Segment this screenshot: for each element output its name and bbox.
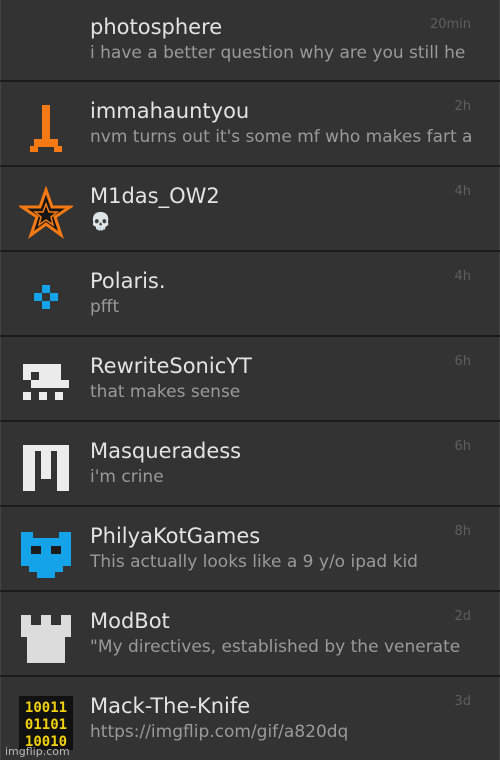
conversation-time: 3d <box>454 694 471 709</box>
blue-diamond-icon <box>19 271 73 325</box>
conversation-time: 8h <box>454 524 471 539</box>
conversation-time: 2d <box>454 609 471 624</box>
conversation-name: immahauntyou <box>90 99 250 123</box>
conversation-name: Mack-The-Knife <box>90 694 251 718</box>
conversation-name: Masqueradess <box>90 439 242 463</box>
conversation-name: M1das_OW2 <box>90 184 220 208</box>
white-pixel-mask-icon <box>19 441 73 495</box>
conversation-row-masqueradess[interactable]: Masqueradess i'm crine 6h <box>0 422 500 505</box>
conversation-preview: i'm crine <box>90 467 164 487</box>
conversation-preview: https://imgflip.com/gif/a820dq <box>90 722 349 742</box>
conversation-row-philyakotgames[interactable]: PhilyaKotGames This actually looks like … <box>0 507 500 590</box>
watermark: imgflip.com <box>5 745 70 758</box>
white-castle-icon <box>19 611 73 665</box>
conversation-preview: pfft <box>90 297 120 317</box>
blue-cat-icon <box>19 526 73 580</box>
conversation-time: 4h <box>454 269 471 284</box>
conversation-list: photosphere i have a better question why… <box>0 0 500 760</box>
conversation-name: PhilyaKotGames <box>90 524 261 548</box>
conversation-name: photosphere <box>90 15 223 39</box>
conversation-preview: "My directives, established by the vener… <box>90 637 461 657</box>
conversation-row-modbot[interactable]: ModBot "My directives, established by th… <box>0 592 500 675</box>
conversation-preview: nvm turns out it's some mf who makes far… <box>90 127 473 147</box>
conversation-preview: i have a better question why are you sti… <box>90 43 466 63</box>
conversation-name: Polaris. <box>90 269 166 293</box>
conversation-preview: 💀 <box>90 212 112 232</box>
conversation-row-polaris[interactable]: Polaris. pfft 4h <box>0 252 500 335</box>
binary-digits-icon: 10011 01101 10010 <box>19 696 73 750</box>
conversation-row-rewritesonicyt[interactable]: RewriteSonicYT that makes sense 6h <box>0 337 500 420</box>
conversation-name: RewriteSonicYT <box>90 354 252 378</box>
conversation-row-photosphere[interactable]: photosphere i have a better question why… <box>0 0 500 80</box>
svg-text:10011: 10011 <box>25 700 67 716</box>
conversation-preview: that makes sense <box>90 382 241 402</box>
conversation-row-mack-the-knife[interactable]: 10011 01101 10010 Mack-The-Knife https:/… <box>0 677 500 760</box>
white-pixel-creature-icon <box>19 356 73 410</box>
conversation-time: 6h <box>454 354 471 369</box>
conversation-preview: This actually looks like a 9 y/o ipad ki… <box>90 552 418 572</box>
svg-text:01101: 01101 <box>25 717 67 733</box>
orange-figure-icon <box>19 101 73 155</box>
conversation-time: 6h <box>454 439 471 454</box>
conversation-time: 20min <box>429 17 471 32</box>
conversation-row-immahauntyou[interactable]: immahauntyou nvm turns out it's some mf … <box>0 82 500 165</box>
conversation-time: 2h <box>454 99 471 114</box>
orange-star-icon <box>19 186 73 240</box>
conversation-time: 4h <box>454 184 471 199</box>
conversation-name: ModBot <box>90 609 170 633</box>
avatar-empty <box>19 12 73 66</box>
conversation-row-m1das[interactable]: M1das_OW2 💀 4h <box>0 167 500 250</box>
